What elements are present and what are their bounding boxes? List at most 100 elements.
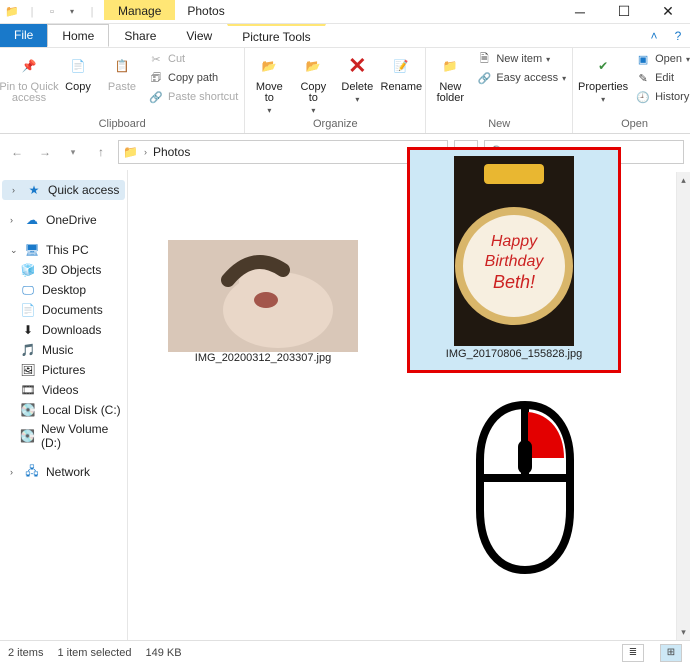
history-icon: 🕘 <box>635 89 651 105</box>
delete-icon: ✕ <box>343 52 371 80</box>
qat-separator: | <box>24 4 40 20</box>
recent-locations-button[interactable]: ▾ <box>62 141 84 163</box>
file-label: IMG_20200312_203307.jpg <box>168 352 358 364</box>
chevron-down-icon: ▾ <box>601 95 605 104</box>
tab-file[interactable]: File <box>0 24 47 47</box>
nav-pictures[interactable]: 🖼Pictures <box>0 360 127 380</box>
nav-new-volume[interactable]: 💽New Volume (D:) <box>0 420 127 452</box>
chevron-down-icon: ▾ <box>311 106 315 115</box>
svg-text:Beth!: Beth! <box>493 272 535 292</box>
chevron-right-icon: › <box>12 185 20 195</box>
history-button[interactable]: 🕘History <box>633 88 690 106</box>
main-area: ›★Quick access ›☁OneDrive ⌄🖥This PC 🧊3D … <box>0 170 690 654</box>
easy-access-button[interactable]: 🔗Easy access ▾ <box>474 69 568 87</box>
qat-btn[interactable]: ▫ <box>44 4 60 20</box>
rename-button[interactable]: 📝 Rename <box>381 50 421 93</box>
nav-videos[interactable]: 🎞Videos <box>0 380 127 400</box>
status-size: 149 KB <box>145 647 181 659</box>
paste-button[interactable]: 📋 Paste <box>102 50 142 93</box>
large-icons-view-button[interactable]: ⊞ <box>660 644 682 662</box>
nav-3d-objects[interactable]: 🧊3D Objects <box>0 260 127 280</box>
new-folder-icon: 📁 <box>436 52 464 80</box>
new-item-button[interactable]: 🗎New item ▾ <box>474 50 568 68</box>
minimize-button[interactable]: ─ <box>558 0 602 23</box>
cube-icon: 🧊 <box>20 262 36 278</box>
svg-text:Birthday: Birthday <box>485 253 545 270</box>
maximize-button[interactable]: ☐ <box>602 0 646 23</box>
copy-to-icon: 📂 <box>299 52 327 80</box>
copy-path-button[interactable]: 🗊Copy path <box>146 69 240 87</box>
address-bar[interactable]: 📁 › Photos ˅ <box>118 140 448 164</box>
pin-icon: 📌 <box>15 52 43 80</box>
up-button[interactable]: ↑ <box>90 141 112 163</box>
desktop-icon: 🖵 <box>20 282 36 298</box>
chevron-down-icon: ▾ <box>686 55 690 64</box>
chevron-down-icon: ▾ <box>267 106 271 115</box>
quick-access-toolbar: 📁 | ▫ ▾ | <box>0 0 104 23</box>
file-label: IMG_20170806_155828.jpg <box>414 348 614 360</box>
nav-local-disk[interactable]: 💽Local Disk (C:) <box>0 400 127 420</box>
nav-this-pc[interactable]: ⌄🖥This PC <box>0 240 127 260</box>
new-folder-button[interactable]: 📁 New folder <box>430 50 470 104</box>
help-icon[interactable]: ? <box>666 24 690 47</box>
window-title: Photos <box>175 0 236 23</box>
tab-view[interactable]: View <box>171 24 227 47</box>
contextual-tab[interactable]: Manage <box>104 0 175 20</box>
ribbon-tabs: File Home Share View Picture Tools ˄ ? <box>0 24 690 48</box>
disk-icon: 💽 <box>20 428 35 444</box>
file-item-selected[interactable]: Happy Birthday Beth! IMG_20170806_155828… <box>410 150 618 370</box>
group-open: ✔ Properties ▾ ▣Open ▾ ✎Edit 🕘History Op… <box>573 48 690 133</box>
properties-icon: ✔ <box>589 52 617 80</box>
status-selected: 1 item selected <box>57 647 131 659</box>
pin-quick-access-button[interactable]: 📌 Pin to Quick access <box>4 50 54 104</box>
nav-desktop[interactable]: 🖵Desktop <box>0 280 127 300</box>
chevron-down-icon: ▾ <box>355 95 359 104</box>
videos-icon: 🎞 <box>20 382 36 398</box>
file-item[interactable]: IMG_20200312_203307.jpg <box>168 240 358 370</box>
scroll-down-icon[interactable]: ▾ <box>677 624 690 640</box>
breadcrumb-caret-icon[interactable]: › <box>144 147 147 157</box>
delete-button[interactable]: ✕ Delete ▾ <box>337 50 377 104</box>
collapse-ribbon-icon[interactable]: ˄ <box>642 24 666 47</box>
tab-picture-tools[interactable]: Picture Tools <box>227 24 325 47</box>
copy-to-button[interactable]: 📂 Copy to ▾ <box>293 50 333 115</box>
edit-button[interactable]: ✎Edit <box>633 69 690 87</box>
status-count: 2 items <box>8 647 43 659</box>
qat-dropdown-icon[interactable]: ▾ <box>64 4 80 20</box>
chevron-down-icon: ▾ <box>546 55 550 64</box>
details-view-button[interactable]: ≣ <box>622 644 644 662</box>
group-clipboard: 📌 Pin to Quick access 📄 Copy 📋 Paste ✂Cu… <box>0 48 245 133</box>
edit-icon: ✎ <box>635 70 651 86</box>
scrollbar-vertical[interactable]: ▴ ▾ <box>676 172 690 640</box>
tab-home[interactable]: Home <box>47 24 109 47</box>
copy-path-icon: 🗊 <box>148 70 164 86</box>
scroll-up-icon[interactable]: ▴ <box>677 172 690 188</box>
tab-share[interactable]: Share <box>109 24 171 47</box>
close-button[interactable]: ✕ <box>646 0 690 23</box>
title-bar: 📁 | ▫ ▾ | Manage Photos ─ ☐ ✕ <box>0 0 690 24</box>
thumb-image-icon: Happy Birthday Beth! <box>454 156 574 346</box>
nav-documents[interactable]: 📄Documents <box>0 300 127 320</box>
content-area[interactable]: IMG_20200312_203307.jpg Happy Birthday B… <box>128 170 690 654</box>
copy-icon: 📄 <box>64 52 92 80</box>
new-item-icon: 🗎 <box>476 51 492 67</box>
move-to-button[interactable]: 📂 Move to ▾ <box>249 50 289 115</box>
forward-button[interactable]: → <box>34 141 56 163</box>
cut-icon: ✂ <box>148 51 164 67</box>
copy-button[interactable]: 📄 Copy <box>58 50 98 93</box>
nav-downloads[interactable]: ⬇Downloads <box>0 320 127 340</box>
nav-network[interactable]: ›🖧Network <box>0 462 127 482</box>
properties-button[interactable]: ✔ Properties ▾ <box>577 50 629 104</box>
downloads-icon: ⬇ <box>20 322 36 338</box>
cut-button[interactable]: ✂Cut <box>146 50 240 68</box>
nav-quick-access[interactable]: ›★Quick access <box>2 180 125 200</box>
breadcrumb-segment[interactable]: Photos <box>153 145 190 159</box>
disk-icon: 💽 <box>20 402 36 418</box>
back-button[interactable]: ← <box>6 141 28 163</box>
nav-onedrive[interactable]: ›☁OneDrive <box>0 210 127 230</box>
nav-music[interactable]: 🎵Music <box>0 340 127 360</box>
group-label: Clipboard <box>99 118 146 132</box>
paste-shortcut-button[interactable]: 🔗Paste shortcut <box>146 88 240 106</box>
open-button[interactable]: ▣Open ▾ <box>633 50 690 68</box>
scroll-track[interactable] <box>677 188 690 624</box>
